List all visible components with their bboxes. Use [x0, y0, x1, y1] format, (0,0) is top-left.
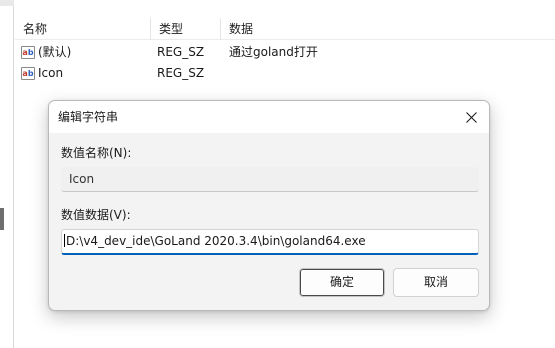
tree-scrollbar[interactable]: [0, 208, 4, 230]
value-name: (默认): [38, 45, 72, 59]
edit-string-dialog: 编辑字符串 数值名称(N): Icon 数值数据(V): D:\v4_dev_i…: [48, 100, 490, 311]
value-data: [229, 63, 529, 83]
value-name: Icon: [38, 66, 64, 80]
dialog-title: 编辑字符串: [58, 110, 119, 124]
column-header-type[interactable]: 类型: [151, 18, 221, 40]
tree-pane-header: [0, 0, 14, 6]
list-header: 名称 类型 数据: [15, 18, 555, 40]
registry-editor-window: 名称 类型 数据 ab (默认) REG_SZ 通过goland打开 ab Ic…: [0, 0, 555, 348]
value-name-field: Icon: [61, 167, 479, 192]
value-data-label: 数值数据(V):: [61, 208, 131, 222]
close-icon: [465, 111, 477, 123]
value-data: 通过goland打开: [229, 45, 318, 59]
value-type: REG_SZ: [157, 66, 205, 80]
tree-pane-edge: [0, 0, 14, 348]
value-data-text: D:\v4_dev_ide\GoLand 2020.3.4\bin\goland…: [66, 234, 366, 248]
text-caret: [64, 234, 65, 247]
dialog-titlebar[interactable]: 编辑字符串: [49, 101, 489, 133]
reg-string-icon: ab: [21, 66, 35, 80]
value-name-label: 数值名称(N):: [61, 146, 132, 160]
list-item[interactable]: ab Icon REG_SZ: [15, 63, 555, 83]
column-header-name[interactable]: 名称: [15, 18, 151, 40]
value-data-input[interactable]: D:\v4_dev_ide\GoLand 2020.3.4\bin\goland…: [61, 229, 479, 255]
cancel-button[interactable]: 取消: [393, 268, 479, 297]
reg-string-icon: ab: [21, 45, 35, 59]
column-header-data[interactable]: 数据: [221, 18, 421, 40]
ok-button[interactable]: 确定: [299, 268, 385, 297]
value-type: REG_SZ: [157, 45, 205, 59]
close-button[interactable]: [451, 101, 489, 133]
list-item[interactable]: ab (默认) REG_SZ 通过goland打开: [15, 42, 555, 62]
